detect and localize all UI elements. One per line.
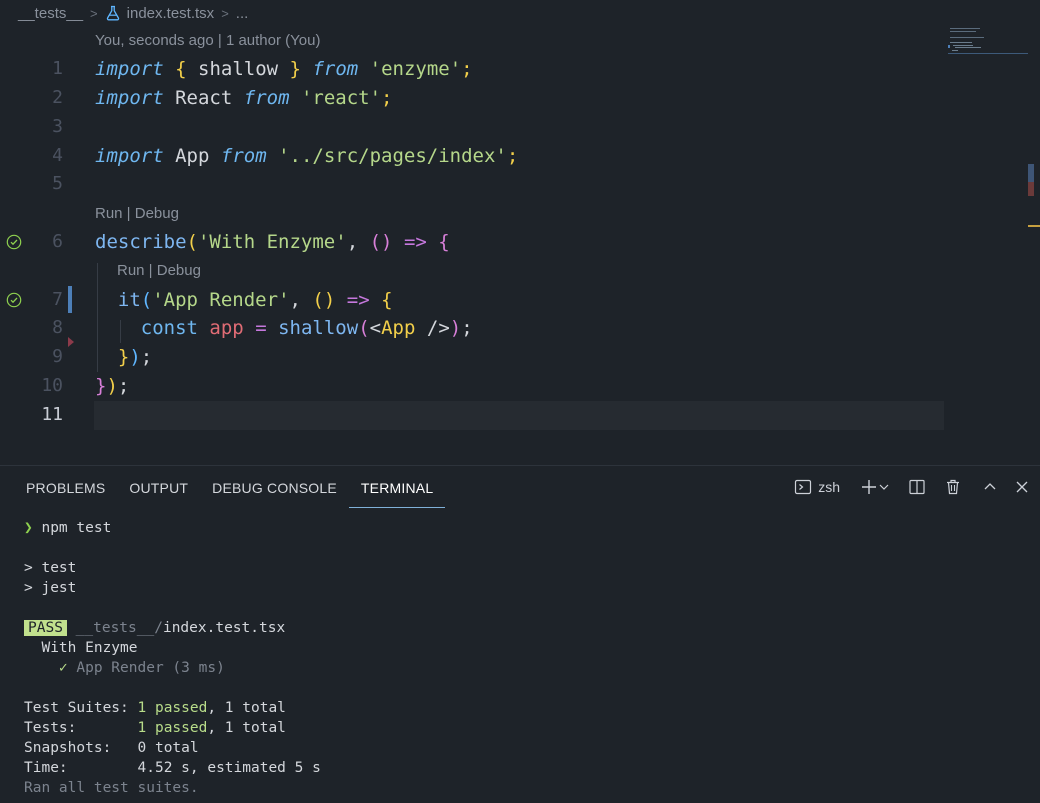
shell-name: zsh — [818, 479, 840, 495]
terminal-shell-selector[interactable]: zsh — [794, 478, 854, 496]
deleted-line-indicator[interactable] — [68, 337, 74, 347]
line-number: 8 — [52, 317, 63, 338]
tab-debug-console[interactable]: DEBUG CONSOLE — [200, 466, 349, 508]
split-icon — [909, 479, 925, 495]
close-panel-button[interactable] — [1014, 478, 1030, 496]
codelens-run-debug[interactable]: Run | Debug — [117, 262, 201, 279]
summary-label: Time: — [24, 760, 68, 776]
summary-passed: 1 passed — [137, 720, 208, 736]
trash-icon — [947, 479, 959, 495]
terminal-output[interactable]: ❯ npm test > test > jest PASS __tests__/… — [24, 518, 321, 798]
terminal-footer: Ran all test suites. — [24, 780, 199, 796]
breadcrumb-more[interactable]: ... — [236, 5, 249, 22]
kill-terminal-button[interactable] — [944, 478, 962, 496]
code-line: const app = shallow(<App />); — [140, 317, 473, 339]
flask-icon — [106, 5, 119, 21]
summary-label: Tests: — [24, 720, 77, 736]
summary-label: Snapshots: — [24, 740, 112, 756]
check-icon: ✓ — [58, 660, 68, 676]
line-number: 10 — [41, 375, 63, 396]
terminal-icon — [795, 479, 812, 495]
panel-tabs: PROBLEMS OUTPUT DEBUG CONSOLE TERMINAL — [14, 466, 446, 510]
prompt-symbol: ❯ — [24, 520, 33, 536]
line-number: 4 — [52, 145, 63, 166]
maximize-panel-button[interactable] — [982, 478, 998, 496]
test-file: index.test.tsx — [162, 620, 286, 636]
current-line-highlight — [94, 401, 944, 430]
line-number: 5 — [52, 173, 63, 194]
terminal-line: > jest — [24, 580, 77, 596]
terminal-command: npm test — [41, 520, 112, 536]
test-dir: __tests__/ — [75, 620, 163, 636]
line-number: 11 — [41, 404, 63, 425]
chevron-right-icon: > — [90, 5, 98, 21]
overview-ruler-mark — [1028, 225, 1040, 227]
code-line: }); — [95, 375, 130, 397]
overview-ruler-mark — [1028, 182, 1034, 196]
test-passed-icon[interactable] — [6, 292, 22, 308]
chevron-up-icon — [984, 483, 996, 490]
code-line: it('App Render', () => { — [117, 289, 393, 311]
minimap[interactable] — [948, 28, 1028, 58]
panel-actions: zsh — [794, 478, 1030, 496]
test-passed-icon[interactable] — [6, 234, 22, 250]
new-terminal-button[interactable] — [860, 478, 902, 496]
code-line: }); — [117, 346, 153, 368]
line-number: 9 — [52, 346, 63, 367]
summary-label: Test Suites: — [24, 700, 129, 716]
summary-value: 0 total — [137, 740, 199, 756]
line-number: 1 — [52, 58, 63, 79]
pass-badge: PASS — [24, 620, 67, 636]
breadcrumb: __tests__ > index.test.tsx > ... — [18, 2, 248, 24]
code-line: import { shallow } from 'enzyme'; — [95, 58, 473, 80]
modified-line-indicator[interactable] — [68, 286, 72, 313]
summary-total: , 1 total — [207, 720, 286, 736]
suite-name: With Enzyme — [41, 640, 138, 656]
code-line: import React from 'react'; — [95, 87, 393, 109]
chevron-right-icon: > — [221, 5, 229, 21]
code-line: describe('With Enzyme', () => { — [95, 231, 450, 253]
tab-output[interactable]: OUTPUT — [117, 466, 200, 508]
terminal-line: > test — [24, 560, 77, 576]
tab-terminal[interactable]: TERMINAL — [348, 466, 446, 508]
summary-total: , 1 total — [207, 700, 286, 716]
code-editor[interactable]: You, seconds ago | 1 author (You) 1 2 3 … — [0, 28, 1040, 464]
plus-icon — [862, 480, 876, 494]
summary-value: 4.52 s, estimated 5 s — [137, 760, 321, 776]
codelens-run-debug[interactable]: Run | Debug — [95, 205, 179, 222]
tab-problems[interactable]: PROBLEMS — [14, 466, 117, 508]
close-icon — [1016, 481, 1028, 493]
git-blame-lens[interactable]: You, seconds ago | 1 author (You) — [95, 32, 320, 49]
breadcrumb-folder[interactable]: __tests__ — [18, 5, 83, 22]
summary-passed: 1 passed — [137, 700, 208, 716]
bottom-panel: PROBLEMS OUTPUT DEBUG CONSOLE TERMINAL z… — [0, 465, 1040, 803]
chevron-down-icon[interactable] — [878, 478, 890, 496]
breadcrumb-file[interactable]: index.test.tsx — [127, 5, 215, 22]
test-name: App Render (3 ms) — [76, 660, 225, 676]
line-number: 2 — [52, 87, 63, 108]
line-number: 3 — [52, 116, 63, 137]
split-terminal-button[interactable] — [908, 478, 926, 496]
code-line: import App from '../src/pages/index'; — [95, 145, 519, 167]
